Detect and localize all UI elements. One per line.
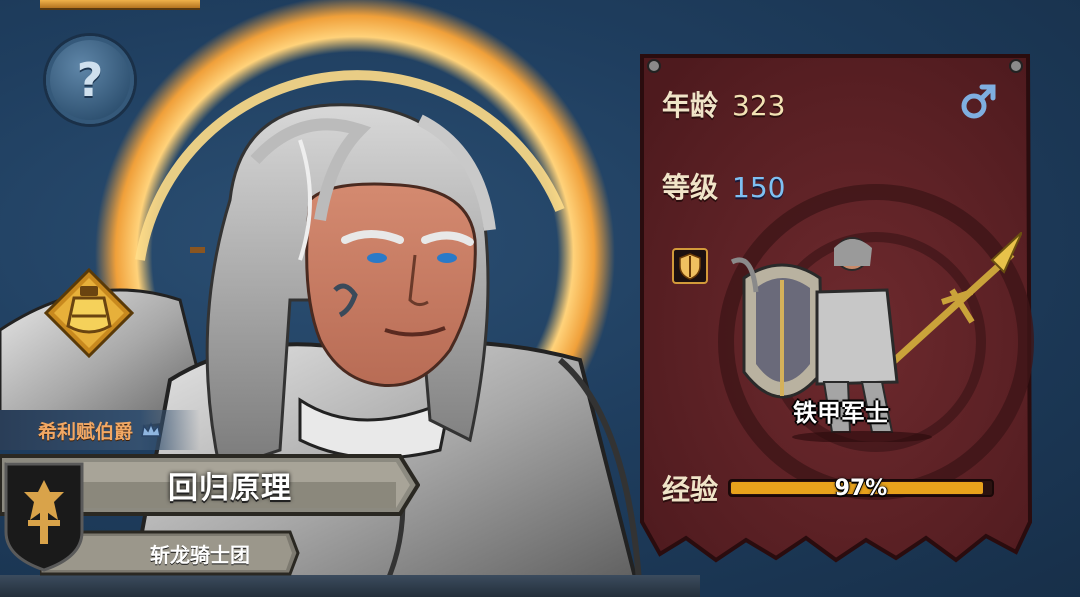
potion-icon[interactable] bbox=[44, 268, 134, 358]
rank-title-banner: 希利赋伯爵 bbox=[0, 410, 200, 450]
guild-name: 斩龙骑士团 bbox=[150, 542, 250, 567]
portrait-bottom-ledge bbox=[0, 575, 700, 597]
age-row: 年龄 323 bbox=[662, 84, 785, 124]
hero-detail-screen: ? 希利赋伯爵 回归原理 斩龙骑士团 年龄 323 等级 150 铁甲军士 经验… bbox=[0, 0, 1080, 597]
male-symbol-icon bbox=[961, 84, 996, 119]
exp-label: 经验 bbox=[662, 473, 719, 506]
hero-name: 回归原理 bbox=[168, 471, 292, 506]
level-row: 等级 150 bbox=[662, 166, 785, 206]
age-label: 年龄 bbox=[662, 89, 719, 122]
age-value: 323 bbox=[732, 89, 786, 122]
level-value: 150 bbox=[732, 171, 786, 204]
crown-icon bbox=[141, 422, 161, 437]
exp-row: 经验 97% bbox=[662, 468, 1012, 508]
guild-crest-icon[interactable] bbox=[4, 462, 84, 572]
level-label: 等级 bbox=[662, 171, 719, 204]
rank-title: 希利赋伯爵 bbox=[38, 420, 134, 443]
exp-bar: 97% bbox=[728, 475, 995, 501]
exp-percent: 97% bbox=[834, 475, 888, 501]
unit-name: 铁甲军士 bbox=[793, 398, 889, 427]
help-button[interactable]: ? bbox=[46, 36, 134, 124]
question-mark-icon: ? bbox=[76, 53, 104, 107]
shield-class-icon[interactable] bbox=[672, 248, 708, 284]
